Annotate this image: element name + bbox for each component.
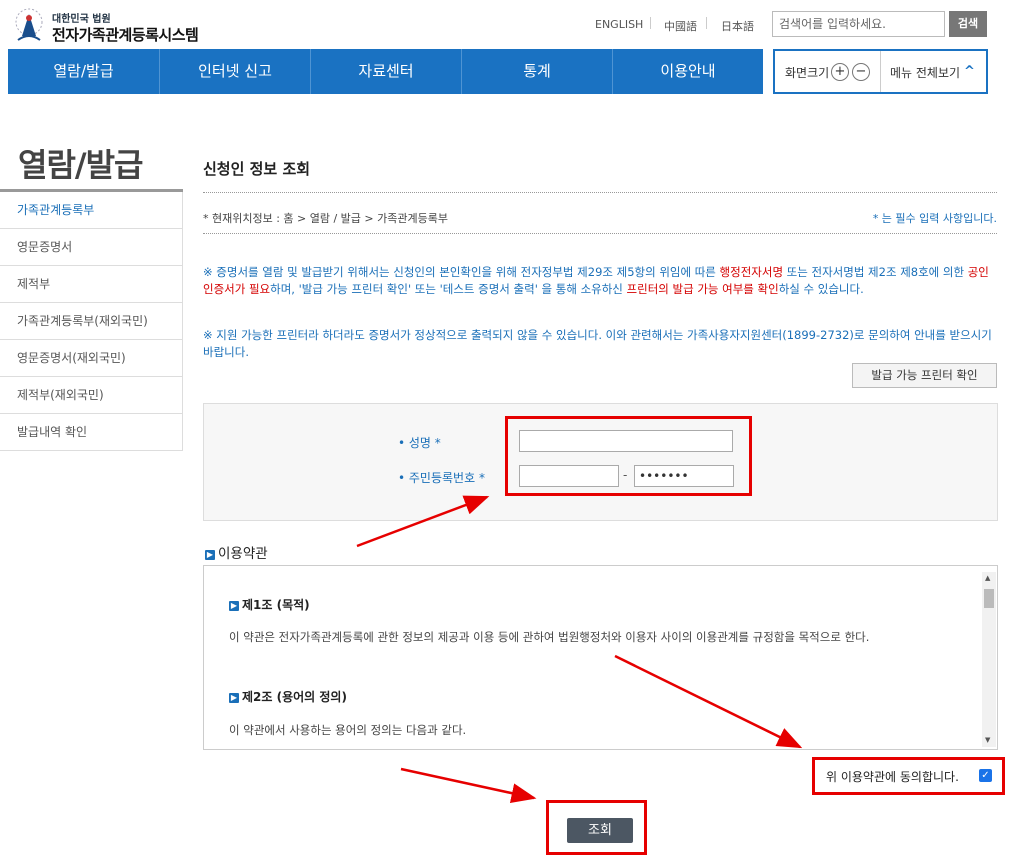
arrow-to-submit <box>400 767 537 803</box>
notice-highlight: 프린터의 발급 가능 여부를 확인 <box>626 282 779 296</box>
gnb-item-guide[interactable]: 이용안내 <box>613 49 763 94</box>
section-title: 열람/발급 <box>18 146 143 184</box>
rrn-label: • 주민등록번호 * <box>398 471 485 485</box>
article-text: 이 약관에서 사용하는 용어의 정의는 다음과 같다. <box>229 723 467 737</box>
util-divider <box>880 51 881 92</box>
menu-all-button[interactable]: 메뉴 전체보기 <box>890 64 960 81</box>
gnb-item-internet-report[interactable]: 인터넷 신고 <box>160 49 310 94</box>
sidebar-item-family-register[interactable]: 가족관계등록부 <box>0 192 182 229</box>
site-logo[interactable]: 대한민국 법원 전자가족관계등록시스템 <box>12 6 212 46</box>
gnb-item-resources[interactable]: 자료센터 <box>311 49 461 94</box>
zoom-out-icon[interactable]: − <box>852 63 870 81</box>
rrn-back-input[interactable]: ••••••• <box>634 465 734 487</box>
search-button[interactable]: 검색 <box>949 11 987 37</box>
court-emblem-icon <box>15 8 43 41</box>
agree-checkbox[interactable]: ✓ <box>979 769 992 782</box>
notice-text: ※ 증명서를 열람 및 발급받기 위해서는 신청인의 본인확인을 위해 전자정부… <box>203 265 720 279</box>
zoom-in-icon[interactable]: + <box>831 63 849 81</box>
page-title: 신청인 정보 조회 <box>203 160 311 178</box>
bullet-arrow-icon: ▶ <box>229 693 239 703</box>
name-label: • 성명 * <box>398 436 441 450</box>
notice-text: 하며, '발급 가능 프린터 확인' 또는 '테스트 증명서 출력' 을 통해 … <box>270 282 627 296</box>
article-title: ▶ 제1조 (목적) <box>229 596 310 613</box>
main-navigation: 열람/발급 인터넷 신고 자료센터 통계 이용안내 <box>8 49 763 94</box>
sidebar-item-removed-register[interactable]: 제적부 <box>0 266 182 303</box>
dotted-divider <box>203 233 997 234</box>
sidebar-item-family-register-overseas[interactable]: 가족관계등록부(재외국민) <box>0 303 182 340</box>
submit-button[interactable]: 조회 <box>567 818 633 843</box>
scroll-down-icon[interactable]: ▼ <box>985 736 990 744</box>
lang-english-link[interactable]: ENGLISH <box>595 18 643 31</box>
terms-scroll-box[interactable]: ▶ 제1조 (목적) 이 약관은 전자가족관계등록에 관한 정보의 제공과 이용 … <box>203 565 998 750</box>
bullet-arrow-icon: ▶ <box>229 601 239 611</box>
scroll-up-icon[interactable]: ▲ <box>985 574 990 582</box>
sidebar-item-english-cert[interactable]: 영문증명서 <box>0 229 182 266</box>
required-note: * 는 필수 입력 사항입니다. <box>872 212 997 225</box>
sidebar-item-english-cert-overseas[interactable]: 영문증명서(재외국민) <box>0 340 182 377</box>
terms-heading: ▶ 이용약관 <box>205 542 268 562</box>
search-input[interactable]: 검색어를 입력하세요. <box>772 11 945 37</box>
zoom-label: 화면크기 <box>785 66 830 80</box>
notice-printer: ※ 지원 가능한 프린터라 하더라도 증명서가 정상적으로 출력되지 않을 수 … <box>203 328 992 359</box>
article-title-text: 제1조 (목적) <box>242 598 310 612</box>
lang-chinese-link[interactable]: 中國語 <box>664 18 697 34</box>
notice-text: 하실 수 있습니다. <box>778 282 864 296</box>
rrn-front-input[interactable] <box>519 465 619 487</box>
article-text: 이 약관은 전자가족관계등록에 관한 정보의 제공과 이용 등에 관하여 법원행… <box>229 630 870 644</box>
applicant-form <box>203 403 998 521</box>
notice-highlight: 행정전자서명 <box>719 265 784 279</box>
rrn-dash: - <box>623 468 628 482</box>
terms-title-text: 이용약관 <box>218 546 268 562</box>
utility-box: 화면크기 + − 메뉴 전체보기 ^ <box>773 49 988 94</box>
lang-divider <box>706 17 707 29</box>
article-title-text: 제2조 (용어의 정의) <box>242 690 347 704</box>
notice-text: 또는 전자서명법 제2조 제8호에 의한 <box>783 265 968 279</box>
name-input[interactable] <box>519 430 733 452</box>
notice-certificate: ※ 증명서를 열람 및 발급받기 위해서는 신청인의 본인확인을 위해 전자정부… <box>203 264 997 298</box>
sidebar-item-removed-register-overseas[interactable]: 제적부(재외국민) <box>0 377 182 414</box>
terms-scrollbar[interactable]: ▲ ▼ <box>982 572 996 747</box>
sidebar-item-issue-history[interactable]: 발급내역 확인 <box>0 414 182 451</box>
dotted-divider <box>203 192 997 193</box>
logo-title: 전자가족관계등록시스템 <box>52 26 199 44</box>
breadcrumb: * 현재위치정보 : 홈 > 열람 / 발급 > 가족관계등록부 <box>203 212 448 225</box>
logo-subtitle: 대한민국 법원 <box>52 14 111 25</box>
agree-label: 위 이용약관에 동의합니다. <box>826 770 959 784</box>
lang-japanese-link[interactable]: 日本語 <box>721 18 754 34</box>
printer-check-button[interactable]: 발급 가능 프린터 확인 <box>852 363 997 388</box>
bullet-arrow-icon: ▶ <box>205 550 215 560</box>
sidebar: 가족관계등록부 영문증명서 제적부 가족관계등록부(재외국민) 영문증명서(재외… <box>0 192 183 451</box>
lang-divider <box>650 17 651 29</box>
article-title: ▶ 제2조 (용어의 정의) <box>229 688 347 705</box>
scroll-thumb[interactable] <box>984 589 994 608</box>
chevron-up-icon[interactable]: ^ <box>964 64 975 79</box>
gnb-item-view-issue[interactable]: 열람/발급 <box>8 49 159 94</box>
gnb-item-statistics[interactable]: 통계 <box>462 49 612 94</box>
